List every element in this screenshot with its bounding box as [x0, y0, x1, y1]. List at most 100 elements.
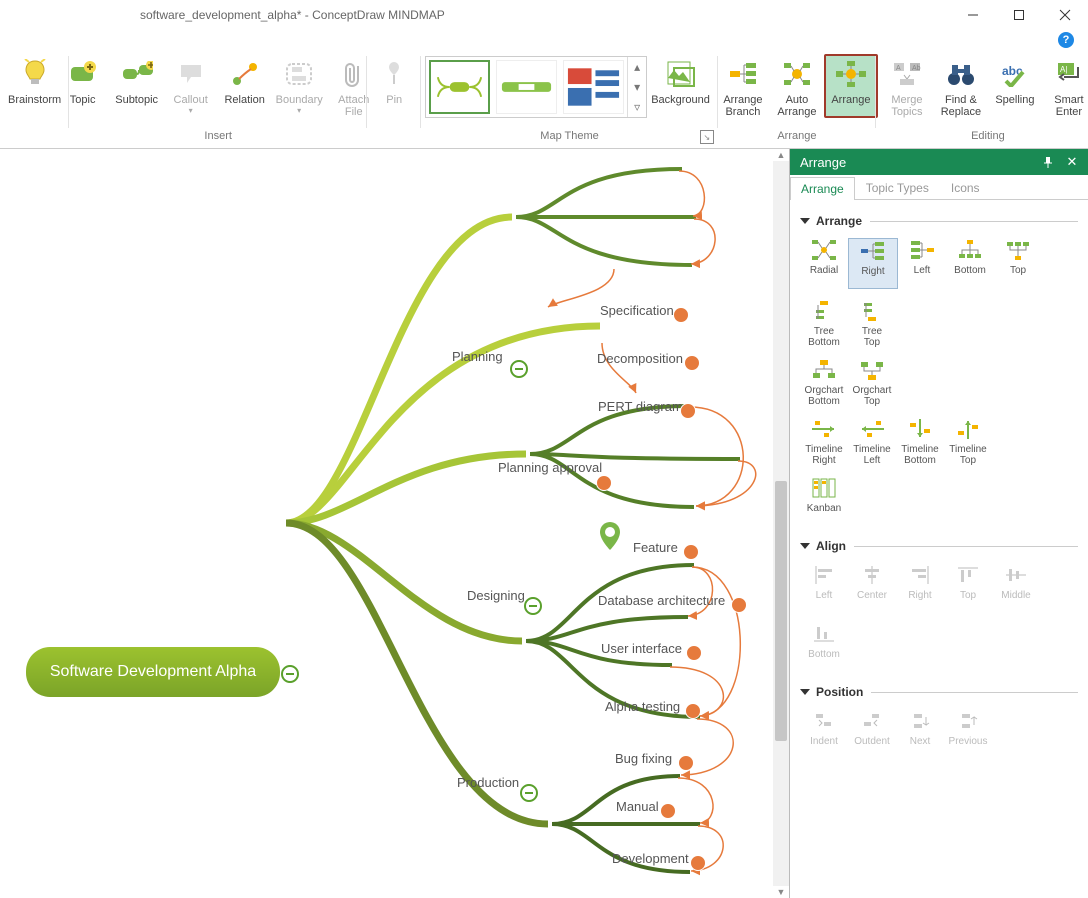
- spelling-button[interactable]: abcSpelling: [988, 54, 1042, 118]
- panel-pin-icon[interactable]: [1042, 156, 1062, 168]
- arrange-tree-bottom[interactable]: Tree Bottom: [800, 299, 848, 348]
- arrange-radial[interactable]: Radial: [800, 238, 848, 289]
- relation-handle-icon[interactable]: [731, 597, 747, 613]
- align-middle: Middle: [992, 563, 1040, 612]
- arrange-tree-top[interactable]: Tree Top: [848, 299, 896, 348]
- maximize-button[interactable]: [996, 0, 1042, 30]
- leaf-ui[interactable]: User interface: [601, 641, 682, 656]
- central-topic[interactable]: Software Development Alpha: [26, 647, 280, 697]
- tab-topic-types[interactable]: Topic Types: [855, 176, 940, 199]
- group-label-maptheme: Map Theme: [540, 130, 599, 146]
- leaf-dev[interactable]: Development: [612, 851, 689, 866]
- relation-handle-icon[interactable]: [690, 855, 706, 871]
- leaf-decomposition[interactable]: Decomposition: [597, 351, 683, 366]
- leaf-specification[interactable]: Specification: [600, 303, 674, 318]
- background-button[interactable]: Background: [647, 54, 714, 106]
- svg-text:A|: A|: [1060, 65, 1067, 74]
- gallery-up-icon[interactable]: ▴: [628, 57, 646, 77]
- scroll-thumb[interactable]: [775, 481, 787, 741]
- relation-handle-icon[interactable]: [678, 755, 694, 771]
- chevron-down-icon[interactable]: [800, 543, 810, 549]
- subtopic-button[interactable]: Subtopic: [110, 54, 164, 118]
- vertical-scrollbar[interactable]: ▲ ▼: [773, 161, 789, 886]
- align-top: Top: [944, 563, 992, 612]
- arrange-timeline-left[interactable]: Timeline Left: [848, 417, 896, 466]
- theme-thumb-2[interactable]: [496, 60, 557, 114]
- arrange-right[interactable]: Right: [848, 238, 898, 289]
- arrange-bottom[interactable]: Bottom: [946, 238, 994, 289]
- canvas[interactable]: Software Development Alpha Planning Plan…: [0, 149, 789, 898]
- collapse-icon[interactable]: [510, 360, 528, 378]
- theme-gallery[interactable]: ▴▾▿: [425, 56, 647, 118]
- tab-icons[interactable]: Icons: [940, 176, 991, 199]
- close-button[interactable]: [1042, 0, 1088, 30]
- relation-handle-icon[interactable]: [596, 475, 612, 491]
- callout-button: Callout▾: [164, 54, 218, 118]
- relation-handle-icon[interactable]: [683, 544, 699, 560]
- leaf-bugfix1[interactable]: Bug fixing: [615, 751, 672, 766]
- align-left: Left: [800, 563, 848, 612]
- relation-handle-icon[interactable]: [673, 307, 689, 323]
- help-icon[interactable]: ?: [1058, 32, 1074, 48]
- callout-icon: [175, 58, 207, 90]
- spelling-icon: abc: [999, 58, 1031, 90]
- topic-production[interactable]: Production: [457, 775, 519, 790]
- scroll-down-icon[interactable]: ▼: [773, 886, 789, 898]
- merge-topics-button: AAbMerge Topics: [880, 54, 934, 118]
- arrange-orgchart-bottom[interactable]: Orgchart Bottom: [800, 358, 848, 407]
- topic-planning[interactable]: Planning: [452, 349, 503, 364]
- leaf-feature[interactable]: Feature: [633, 540, 678, 555]
- leaf-pert[interactable]: PERT diagram: [598, 399, 683, 414]
- brainstorm-label: Brainstorm: [8, 94, 61, 106]
- relation-handle-icon[interactable]: [686, 645, 702, 661]
- relation-handle-icon[interactable]: [684, 355, 700, 371]
- location-pin-icon: [596, 520, 624, 554]
- auto-arrange-button[interactable]: Auto Arrange: [770, 54, 824, 118]
- scroll-up-icon[interactable]: ▲: [773, 149, 789, 161]
- svg-text:A: A: [896, 65, 901, 72]
- panel-close-icon[interactable]: ✕: [1062, 154, 1082, 170]
- group-label-editing: Editing: [971, 130, 1005, 146]
- smart-enter-icon: A|: [1053, 58, 1085, 90]
- relation-handle-icon[interactable]: [660, 803, 676, 819]
- minimize-button[interactable]: [950, 0, 996, 30]
- relation-handle-icon[interactable]: [685, 703, 701, 719]
- paperclip-icon: [338, 58, 370, 90]
- theme-thumb-3[interactable]: [563, 60, 624, 114]
- gallery-down-icon[interactable]: ▾: [628, 77, 646, 97]
- leaf-manual[interactable]: Manual: [616, 799, 659, 814]
- arrange-left[interactable]: Left: [898, 238, 946, 289]
- relation-icon: [229, 58, 261, 90]
- collapse-icon[interactable]: [524, 597, 542, 615]
- topic-designing[interactable]: Designing: [467, 588, 525, 603]
- find-replace-button[interactable]: Find & Replace: [934, 54, 988, 118]
- relation-handle-icon[interactable]: [680, 403, 696, 419]
- topic-planning-approval[interactable]: Planning approval: [498, 460, 602, 475]
- arrange-orgchart-top[interactable]: Orgchart Top: [848, 358, 896, 407]
- arrange-timeline-top[interactable]: Timeline Top: [944, 417, 992, 466]
- position-next: Next: [896, 709, 944, 758]
- smart-enter-button[interactable]: A|Smart Enter: [1042, 54, 1088, 118]
- tab-arrange[interactable]: Arrange: [790, 177, 855, 200]
- arrange-top[interactable]: Top: [994, 238, 1042, 289]
- arrange-timeline-bottom[interactable]: Timeline Bottom: [896, 417, 944, 466]
- collapse-icon[interactable]: [281, 665, 299, 683]
- chevron-down-icon[interactable]: [800, 218, 810, 224]
- titlebar: software_development_alpha* - ConceptDra…: [0, 0, 1088, 30]
- relation-button[interactable]: Relation: [218, 54, 272, 118]
- collapse-icon[interactable]: [520, 784, 538, 802]
- theme-thumb-1[interactable]: [429, 60, 490, 114]
- gallery-more-icon[interactable]: ▿: [628, 97, 646, 117]
- arrange-button[interactable]: Arrange: [824, 54, 878, 118]
- leaf-db-arch[interactable]: Database architecture: [598, 593, 725, 608]
- section-arrange: Arrange: [816, 214, 862, 228]
- chevron-down-icon[interactable]: [800, 689, 810, 695]
- maptheme-launcher-icon[interactable]: ↘: [700, 130, 714, 144]
- position-indent: Indent: [800, 709, 848, 758]
- arrange-kanban[interactable]: Kanban: [800, 476, 848, 525]
- position-outdent: Outdent: [848, 709, 896, 758]
- arrange-timeline-right[interactable]: Timeline Right: [800, 417, 848, 466]
- leaf-alpha[interactable]: Alpha testing: [605, 699, 680, 714]
- arrange-branch-button[interactable]: Arrange Branch: [716, 54, 770, 118]
- topic-button[interactable]: Topic: [56, 54, 110, 118]
